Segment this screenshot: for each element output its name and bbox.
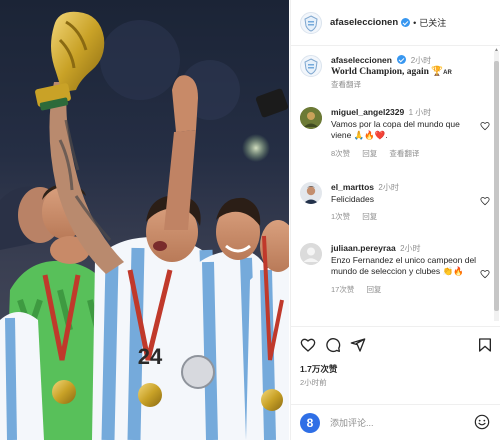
trophy-emoji: 🏆 xyxy=(431,66,444,77)
reply-button[interactable]: 回复 xyxy=(366,285,381,294)
avatar-photo-icon xyxy=(300,107,322,129)
svg-text:24: 24 xyxy=(138,344,163,369)
scrollbar-thumb[interactable] xyxy=(494,61,499,311)
verified-badge-icon xyxy=(397,55,407,64)
afa-crest-icon xyxy=(304,14,318,32)
save-bookmark-icon[interactable] xyxy=(477,337,493,353)
avatar-photo-icon xyxy=(300,182,322,204)
caption-time[interactable]: 2小时 xyxy=(411,56,431,65)
header-username[interactable]: afaseleccionen xyxy=(330,17,398,28)
following-button[interactable]: 已关注 xyxy=(419,16,446,29)
like-heart-icon[interactable] xyxy=(480,196,490,206)
caption-text-body: World Champion, again xyxy=(331,66,429,77)
comment-meta: 1次赞 回复 xyxy=(331,211,481,223)
comment-username[interactable]: juliaan.pereyraa xyxy=(331,243,396,253)
likes-count[interactable]: 1.7万次赞 xyxy=(300,363,337,375)
flag-suffix: AR xyxy=(443,69,452,76)
post-detail-panel: afaseleccionen • 已关注 afaseleccionen 2小时 xyxy=(290,0,500,440)
post-photo[interactable]: 24 xyxy=(0,0,289,440)
comment-text: Enzo Fernandez el unico campeon del mund… xyxy=(331,254,477,277)
comment-time[interactable]: 2小时 xyxy=(400,244,420,253)
comment-bar: 8 xyxy=(291,404,500,440)
emoji-smiley-icon[interactable] xyxy=(474,414,490,430)
comment-time[interactable]: 2小时 xyxy=(378,183,398,192)
post-time-ago[interactable]: 2小时前 xyxy=(300,377,327,388)
comment-text: Felicidades xyxy=(331,193,374,204)
comments-scrollbar[interactable] xyxy=(494,51,499,321)
caption-translate[interactable]: 查看翻译 xyxy=(331,79,481,91)
comment-username[interactable]: el_marttos xyxy=(331,182,374,192)
comment-meta: 8次赞 回复 查看翻译 xyxy=(331,148,481,160)
like-heart-icon[interactable] xyxy=(300,337,316,353)
comment-username[interactable]: miguel_angel2329 xyxy=(331,107,404,117)
notification-badge[interactable]: 8 xyxy=(300,413,320,433)
caption-username[interactable]: afaseleccionen xyxy=(331,55,392,65)
comment-likes[interactable]: 1次赞 xyxy=(331,212,350,221)
comment-likes[interactable]: 8次赞 xyxy=(331,149,350,158)
verified-badge-icon xyxy=(401,18,411,27)
afa-crest-icon xyxy=(304,58,318,75)
translate-link[interactable]: 查看翻译 xyxy=(389,149,419,158)
comment-text: Vamos por la copa del mundo que viene 🙏🔥… xyxy=(331,118,460,141)
like-heart-icon[interactable] xyxy=(480,121,490,131)
comments-list[interactable]: afaseleccionen 2小时 World Champion, again… xyxy=(291,47,500,325)
comment-likes[interactable]: 17次赞 xyxy=(331,285,354,294)
caption-avatar[interactable] xyxy=(300,55,322,77)
reply-button[interactable]: 回复 xyxy=(362,212,377,221)
separator-dot: • xyxy=(413,17,417,28)
commenter-avatar[interactable] xyxy=(300,243,322,265)
comment-input[interactable] xyxy=(330,415,450,431)
commenter-avatar[interactable] xyxy=(300,107,322,129)
reply-button[interactable]: 回复 xyxy=(362,149,377,158)
commenter-avatar[interactable] xyxy=(300,182,322,204)
account-avatar[interactable] xyxy=(300,11,322,34)
like-heart-icon[interactable] xyxy=(480,269,490,279)
comment-meta: 17次赞 回复 xyxy=(331,284,481,296)
celebration-photo-illustration: 24 xyxy=(0,11,289,440)
default-user-icon xyxy=(300,243,322,265)
comment-bubble-icon[interactable] xyxy=(325,337,341,353)
share-paper-plane-icon[interactable] xyxy=(350,337,366,353)
post-actions: 1.7万次赞 2小时前 xyxy=(291,326,500,406)
post-header: afaseleccionen • 已关注 xyxy=(291,0,500,46)
comment-time[interactable]: 1 小时 xyxy=(409,108,432,117)
caption-text: World Champion, again 🏆AR xyxy=(331,67,481,80)
